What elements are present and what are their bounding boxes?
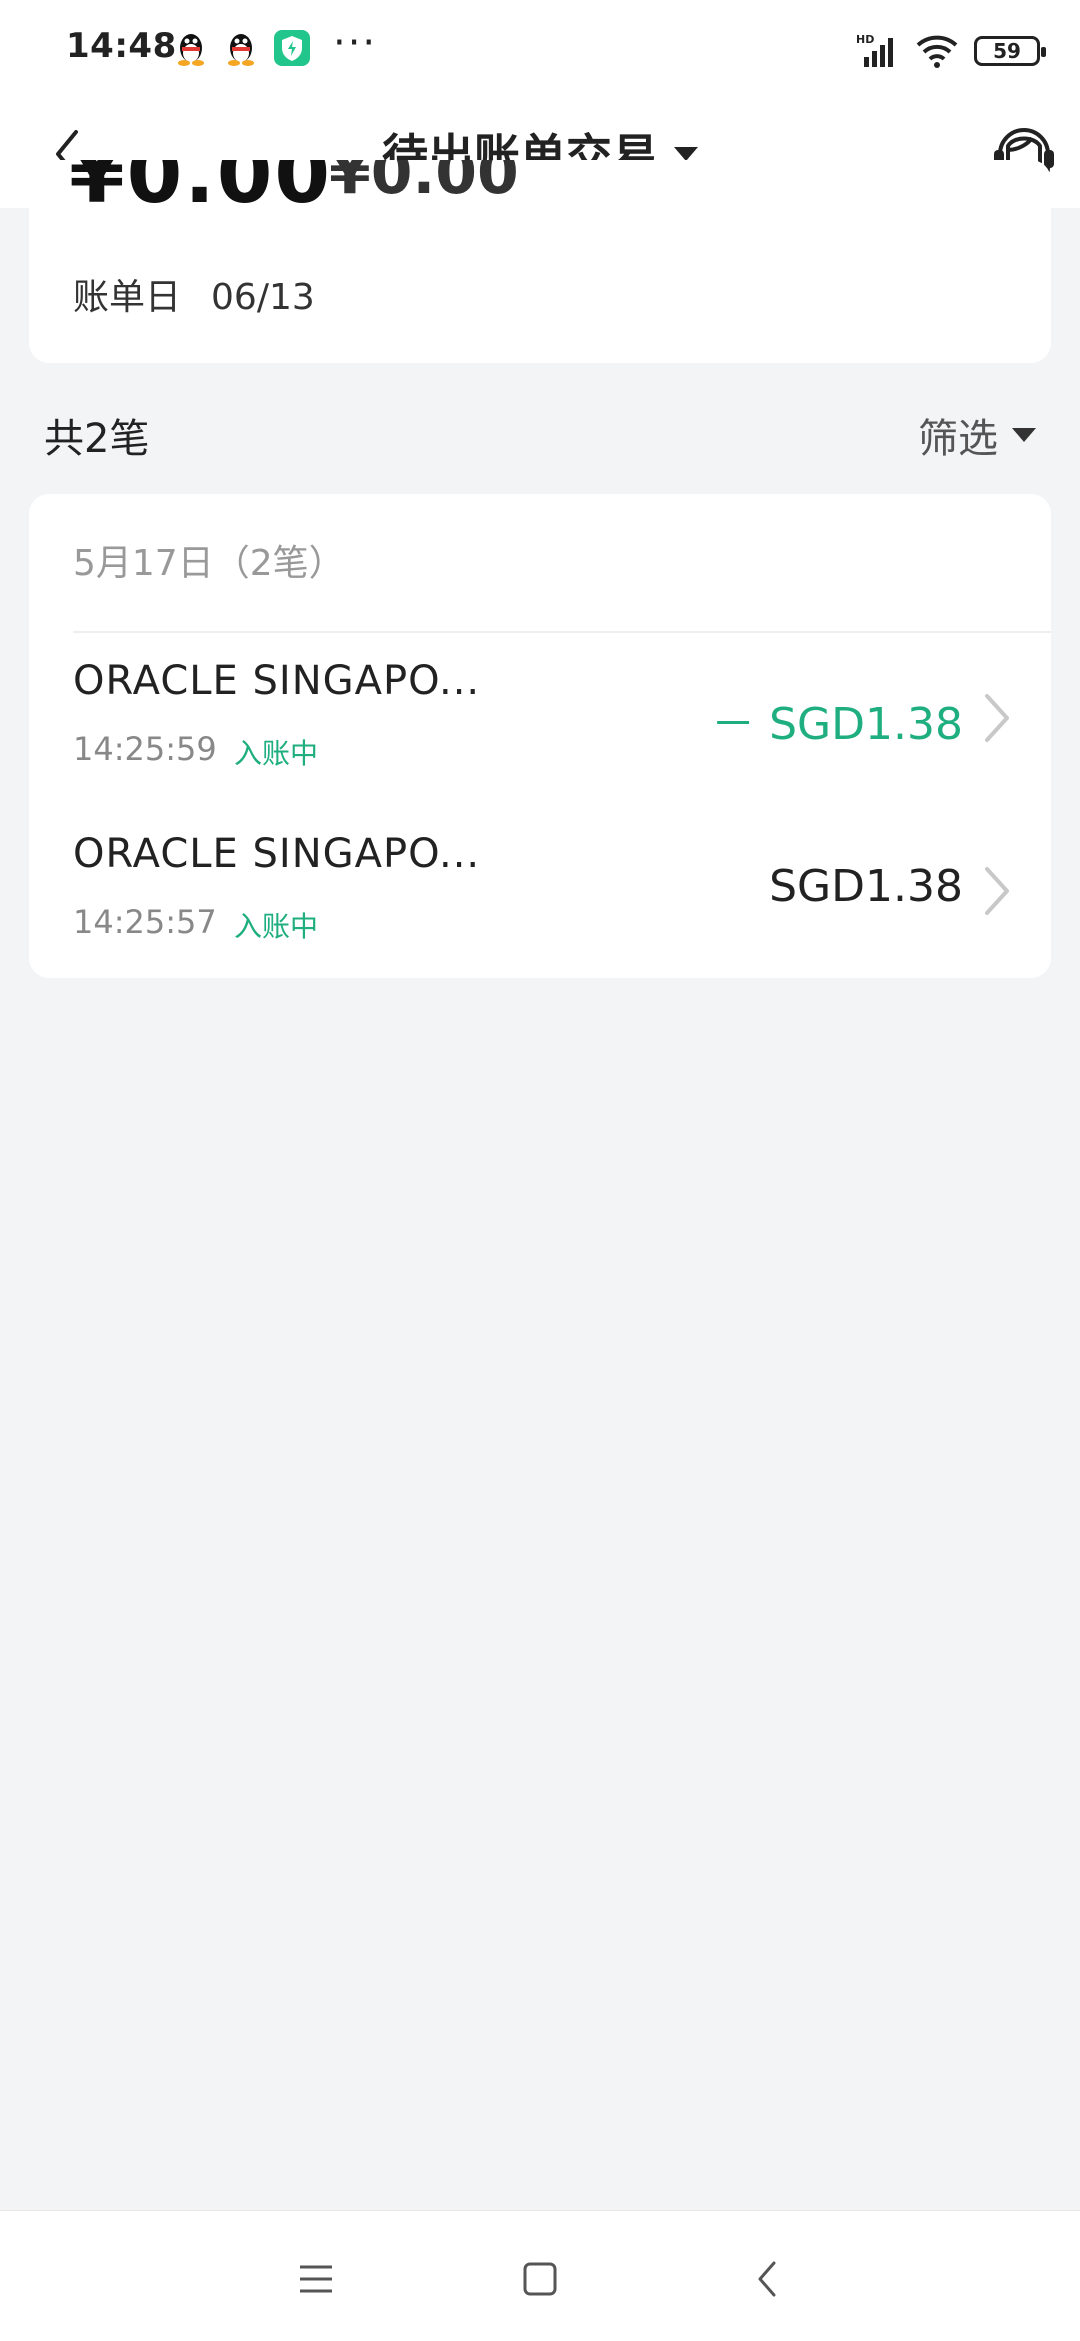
transaction-time: 14:25:59 [73, 730, 217, 768]
transaction-time: 14:25:57 [73, 903, 217, 941]
svg-text:HD: HD [856, 33, 874, 46]
status-indicators: HD 59 [856, 26, 1046, 76]
transaction-list-card: 5月17日（2笔） ORACLE SINGAPO... 14:25:59 入账中… [29, 494, 1051, 978]
qq-icon [178, 34, 204, 66]
summary-amount-secondary: ¥0.00 [329, 160, 519, 208]
bill-day-value: 06/13 [211, 277, 315, 318]
bill-day: 账单日 06/13 [73, 268, 315, 320]
transaction-row[interactable]: ORACLE SINGAPO... 14:25:57 入账中 SGD1.38 [29, 805, 1051, 965]
battery-icon: 59 [974, 36, 1046, 66]
system-navigation-bar [0, 2210, 1080, 2341]
back-icon[interactable] [744, 2255, 792, 2303]
qq-icon [228, 34, 254, 66]
menu-icon[interactable] [292, 2255, 340, 2303]
transaction-count: 共2笔 [44, 416, 150, 462]
status-time: 14:48 [66, 26, 177, 66]
summary-amount: ¥0.00 [69, 160, 333, 221]
chevron-right-icon [985, 694, 1009, 742]
merchant-name: ORACLE SINGAPO... [73, 658, 481, 704]
signal-icon: HD [856, 33, 893, 67]
shield-bolt-icon [274, 30, 310, 66]
status-bar: 14:48 ··· HD 59 [0, 0, 1080, 100]
date-group-count: （2笔） [213, 543, 345, 584]
caret-down-icon [1012, 428, 1036, 442]
date-group-date: 5月17日 [73, 543, 214, 584]
transaction-row[interactable]: ORACLE SINGAPO... 14:25:59 入账中 － SGD1.38 [29, 632, 1051, 792]
more-notifications-icon: ··· [333, 20, 378, 66]
caret-down-icon [674, 146, 698, 161]
date-group-header: 5月17日（2笔） [73, 534, 345, 586]
transaction-status: 入账中 [234, 910, 319, 943]
bill-summary-card: ¥0.00 ¥0.00 账单日 06/13 [29, 160, 1051, 363]
transaction-status: 入账中 [234, 737, 319, 770]
transaction-amount: SGD1.38 [769, 861, 963, 912]
bill-day-label: 账单日 [73, 277, 182, 318]
transaction-amount: － SGD1.38 [711, 699, 963, 750]
chevron-right-icon [985, 867, 1009, 915]
wifi-icon [916, 35, 958, 68]
merchant-name: ORACLE SINGAPO... [73, 831, 481, 877]
filter-label: 筛选 [918, 416, 998, 462]
home-square-icon[interactable] [516, 2255, 564, 2303]
filter-button[interactable]: 筛选 [918, 406, 1036, 464]
